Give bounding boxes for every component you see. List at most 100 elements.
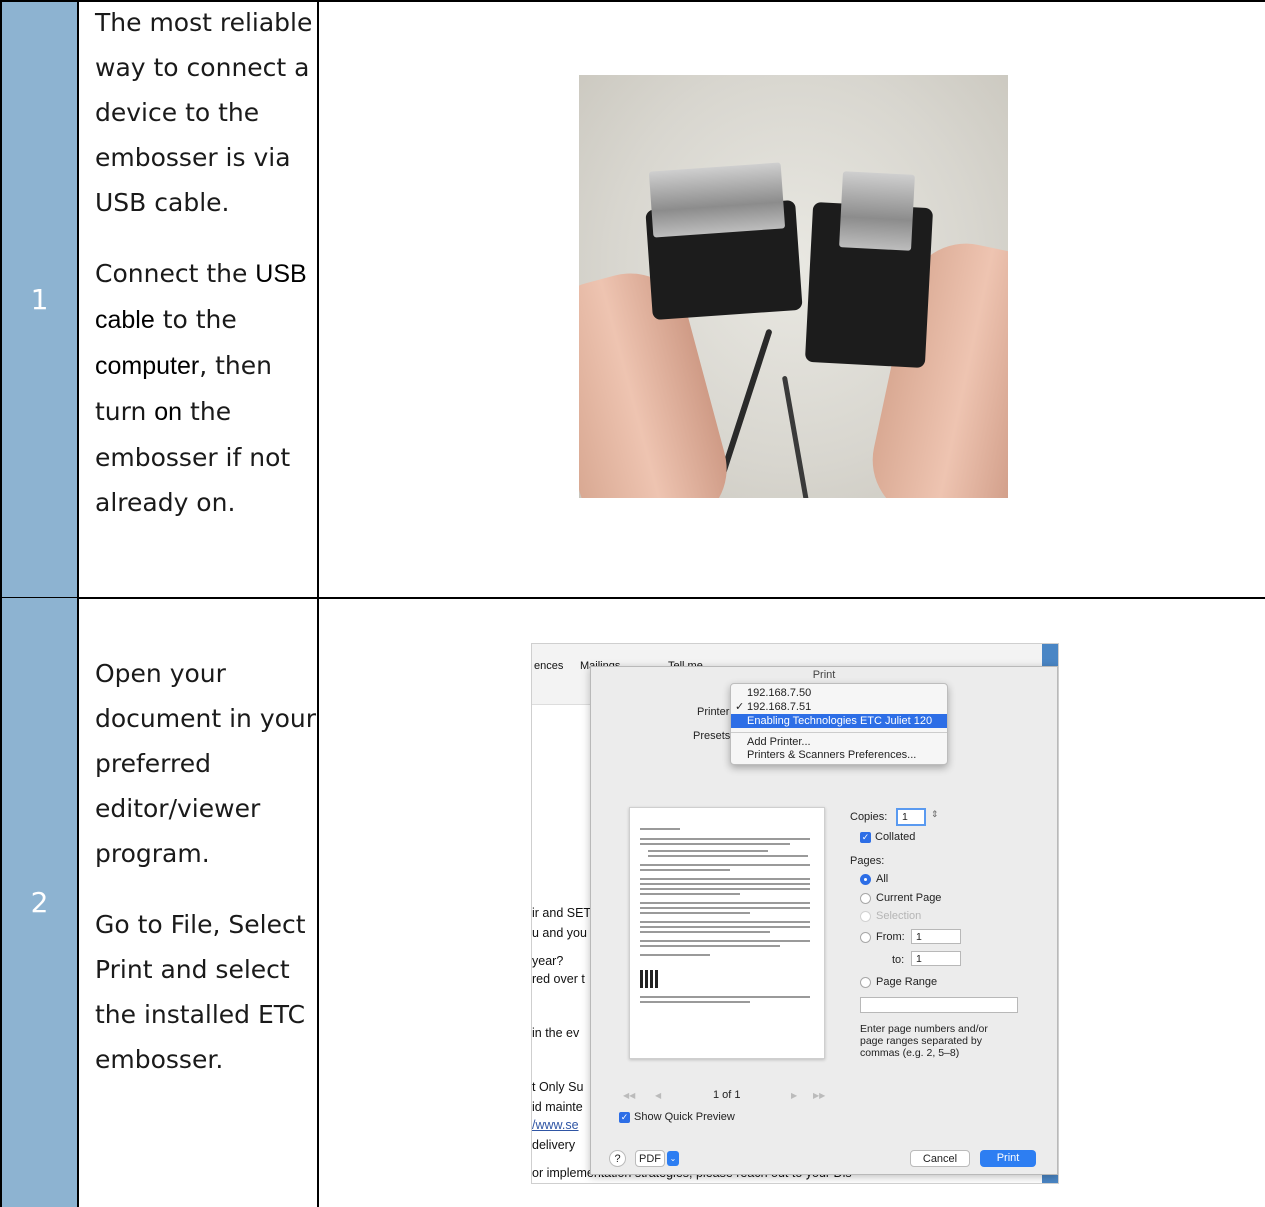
- next-page-icon[interactable]: ▶: [791, 1091, 797, 1100]
- pages-all-label: All: [876, 873, 889, 885]
- from-label: From:: [876, 931, 905, 943]
- document-link-fragment: /www.se: [532, 1118, 579, 1132]
- document-fragment: t Only Su: [532, 1080, 584, 1094]
- preview-text-line: [648, 850, 768, 852]
- step-number: 2: [30, 886, 49, 919]
- instruction-text-cell: Open your document in your preferred edi…: [79, 598, 319, 1207]
- copies-input[interactable]: 1: [896, 808, 926, 826]
- to-input[interactable]: 1: [911, 951, 961, 966]
- cancel-button[interactable]: Cancel: [910, 1150, 970, 1167]
- table-row: 2 Open your document in your preferred e…: [0, 598, 1265, 1207]
- first-page-icon[interactable]: ◀◀: [623, 1091, 635, 1100]
- collated-label: Collated: [875, 831, 916, 843]
- highlight-on: on: [154, 398, 183, 426]
- table-row: 1 The most reliable way to connect a dev…: [0, 0, 1265, 598]
- printer-option[interactable]: ✓ 192.168.7.51: [731, 700, 947, 714]
- quick-preview-checkbox[interactable]: ✓: [619, 1112, 630, 1123]
- preview-text-line: [640, 1001, 750, 1003]
- instruction-paragraph: Go to File, Select Print and select the …: [95, 910, 306, 1074]
- cable-strand: [781, 375, 812, 498]
- preview-text-line: [640, 843, 790, 845]
- text-run: to the: [154, 305, 237, 334]
- preview-text-line: [640, 838, 810, 840]
- from-radio[interactable]: [860, 932, 871, 943]
- page-counter: 1 of 1: [713, 1089, 741, 1101]
- document-fragment: delivery: [532, 1138, 576, 1152]
- document-fragment: ir and SET: [532, 906, 592, 920]
- print-dialog: Print Printer Presets 192.168.7.50 ✓ 192.…: [590, 666, 1058, 1175]
- document-fragment: id mainte: [532, 1100, 583, 1114]
- pdf-button[interactable]: PDF: [635, 1150, 665, 1167]
- print-preview-page: [629, 807, 825, 1059]
- chevron-down-icon[interactable]: ⌄: [667, 1151, 679, 1166]
- table-border-top: [0, 0, 1265, 2]
- preview-text-line: [640, 912, 750, 914]
- document-fragment: u and you: [532, 926, 587, 940]
- highlight-computer: computer: [95, 352, 200, 380]
- preview-text-line: [640, 921, 810, 923]
- copies-label: Copies:: [850, 811, 888, 823]
- print-dialog-screenshot: ences Mailings Tell me ir and SET u and …: [531, 643, 1059, 1184]
- document-fragment: in the ev: [532, 1026, 580, 1040]
- preview-text-line: [640, 828, 680, 830]
- printer-option[interactable]: 192.168.7.50: [731, 686, 947, 700]
- instruction-paragraph: The most reliable way to connect a devic…: [95, 8, 313, 217]
- preview-text-line: [640, 878, 810, 880]
- collated-checkbox[interactable]: ✓: [860, 832, 871, 843]
- help-button[interactable]: ?: [609, 1150, 626, 1167]
- printer-label: Printer: [697, 706, 730, 718]
- ribbon-tab: ences: [534, 660, 564, 672]
- preview-text-line: [640, 945, 780, 947]
- preview-text-line: [648, 855, 808, 857]
- preview-text-line: [640, 931, 770, 933]
- qr-code-icon: [640, 970, 658, 988]
- previous-page-icon[interactable]: ◀: [655, 1091, 661, 1100]
- preview-text-line: [640, 926, 810, 928]
- pages-all-radio[interactable]: [860, 874, 871, 885]
- preview-text-line: [640, 907, 810, 909]
- preview-text-line: [640, 996, 810, 998]
- printer-option-etc-juliet[interactable]: Enabling Technologies ETC Juliet 120: [731, 714, 947, 728]
- to-label: to:: [892, 954, 905, 966]
- pages-label: Pages:: [850, 855, 885, 867]
- dialog-title: Print: [812, 669, 836, 681]
- preview-text-line: [640, 864, 810, 866]
- printer-dropdown-menu[interactable]: 192.168.7.50 ✓ 192.168.7.51 Enabling Tech…: [730, 683, 948, 765]
- print-button[interactable]: Print: [980, 1150, 1036, 1167]
- add-printer-option[interactable]: Add Printer...: [731, 735, 947, 749]
- step-number-cell: 1: [0, 0, 79, 598]
- printers-preferences-option[interactable]: Printers & Scanners Preferences...: [731, 748, 947, 762]
- instruction-text-cell: The most reliable way to connect a devic…: [79, 0, 319, 598]
- image-cell: [319, 0, 1265, 598]
- selection-label: Selection: [876, 910, 922, 922]
- page-range-hint: Enter page numbers and/or page ranges se…: [860, 1023, 988, 1059]
- usb-cable-photo: [579, 75, 1008, 498]
- page-range-label: Page Range: [876, 976, 938, 988]
- current-page-radio[interactable]: [860, 893, 871, 904]
- presets-label: Presets: [693, 730, 731, 742]
- preview-text-line: [640, 893, 740, 895]
- preview-text-line: [640, 888, 810, 890]
- page-range-radio[interactable]: [860, 977, 871, 988]
- document-fragment: year?: [532, 954, 564, 968]
- selection-radio[interactable]: [860, 911, 871, 922]
- menu-separator: [731, 732, 947, 733]
- instruction-paragraph: Connect the USB cable to the computer, t…: [95, 251, 317, 525]
- usb-b-connector: [839, 171, 915, 251]
- checkmark-icon: ✓: [735, 701, 745, 713]
- last-page-icon[interactable]: ▶▶: [813, 1091, 825, 1100]
- preview-text-line: [640, 902, 810, 904]
- current-page-label: Current Page: [876, 892, 942, 904]
- step-number-cell: 2: [0, 598, 79, 1207]
- instruction-paragraph: Open your document in your preferred edi…: [95, 659, 317, 868]
- instruction-table: 1 The most reliable way to connect a dev…: [0, 0, 1265, 1207]
- preview-text-line: [640, 940, 810, 942]
- page-range-input[interactable]: [860, 997, 1018, 1013]
- from-input[interactable]: 1: [911, 929, 961, 944]
- copies-stepper-icon[interactable]: ⇕: [931, 809, 939, 820]
- step-number: 1: [30, 282, 49, 316]
- preview-text-line: [640, 883, 810, 885]
- document-fragment: red over t: [532, 972, 585, 986]
- image-cell: ences Mailings Tell me ir and SET u and …: [319, 598, 1265, 1207]
- usb-a-connector: [648, 162, 786, 238]
